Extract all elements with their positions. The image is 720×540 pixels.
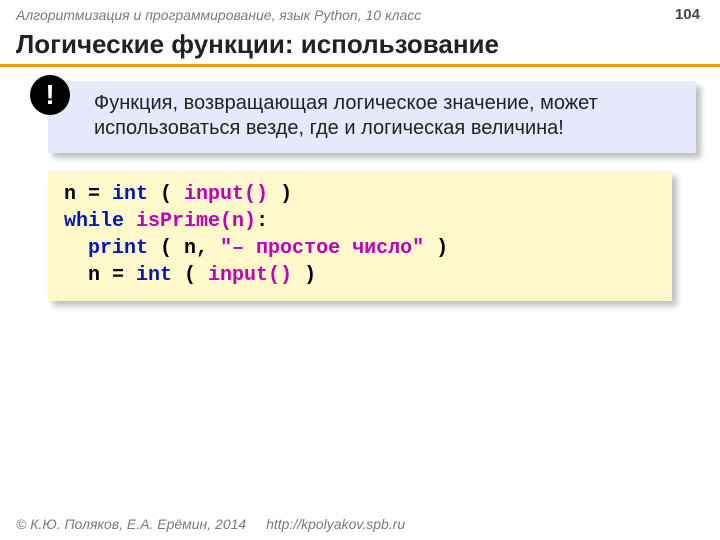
slide-title: Логические функции: использование bbox=[0, 25, 720, 67]
code-line-2: while isPrime(n): bbox=[64, 210, 268, 233]
slide-header: Алгоритмизация и программирование, язык … bbox=[0, 0, 720, 25]
page-number: 104 bbox=[675, 6, 700, 23]
code-line-3: print ( n, "– простое число" ) bbox=[64, 237, 448, 260]
course-label: Алгоритмизация и программирование, язык … bbox=[16, 7, 421, 23]
footer-url: http://kpolyakov.spb.ru bbox=[266, 516, 405, 532]
callout: ! Функция, возвращающая логическое значе… bbox=[48, 81, 696, 153]
exclamation-icon: ! bbox=[30, 75, 70, 115]
code-line-4: n = int ( input() ) bbox=[64, 264, 316, 287]
copyright: © К.Ю. Поляков, Е.А. Ерёмин, 2014 bbox=[16, 516, 246, 532]
code-line-1: n = int ( input() ) bbox=[64, 183, 292, 206]
callout-text: Функция, возвращающая логическое значени… bbox=[48, 81, 696, 153]
slide-footer: © К.Ю. Поляков, Е.А. Ерёмин, 2014 http:/… bbox=[16, 516, 405, 532]
code-block: n = int ( input() ) while isPrime(n): pr… bbox=[48, 171, 672, 301]
